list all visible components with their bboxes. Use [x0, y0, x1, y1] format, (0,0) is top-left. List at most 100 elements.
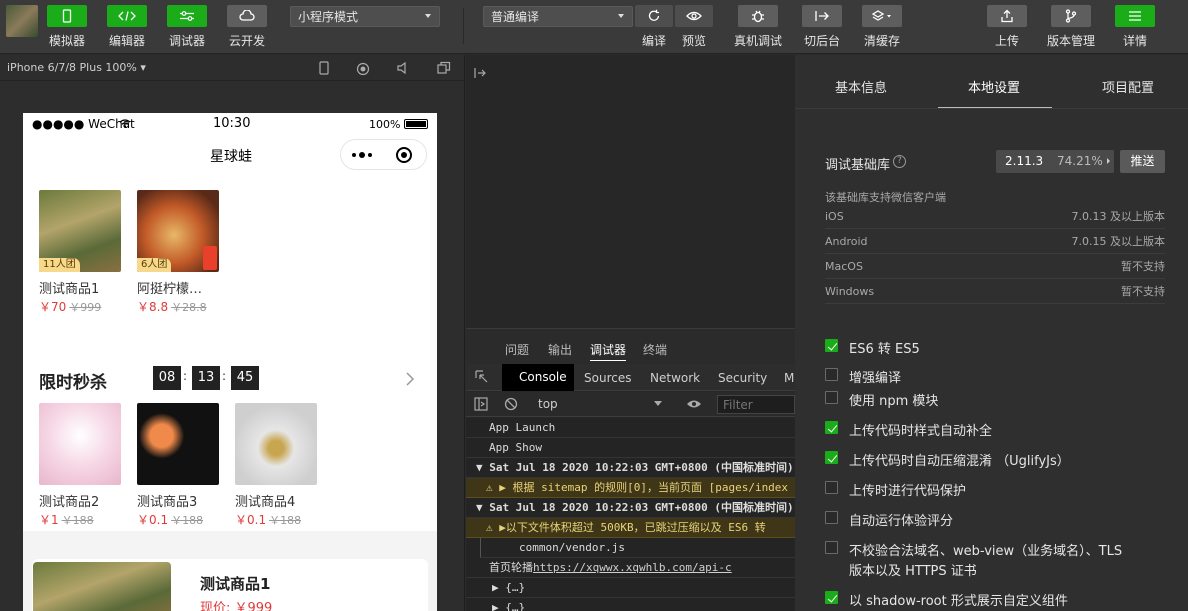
tab-security[interactable]: Security	[718, 371, 767, 385]
chevron-right-icon[interactable]	[405, 372, 415, 386]
push-button[interactable]: 推送	[1120, 150, 1165, 173]
devtools-panel: 问题 输出 调试器 终端 Console Sources Network Sec…	[466, 55, 809, 611]
console-object[interactable]: ▶ {…}	[466, 578, 795, 598]
real-debug-button[interactable]	[738, 5, 778, 27]
product-image[interactable]	[39, 403, 121, 485]
more-icon[interactable]	[352, 152, 376, 158]
exit-icon[interactable]	[396, 147, 412, 163]
product-price: ￥70 ￥999	[39, 300, 102, 314]
help-icon[interactable]: ?	[893, 155, 906, 168]
product-price: ￥8.8 ￥28.8	[137, 300, 207, 314]
background-button[interactable]	[802, 5, 842, 27]
tab-more[interactable]: M	[784, 371, 794, 385]
option-label: 使用 npm 模块	[849, 394, 939, 409]
tab-problems[interactable]: 问题	[505, 341, 529, 358]
base-lib-select[interactable]: 2.11.3 74.21%	[996, 150, 1114, 173]
eye-icon[interactable]	[686, 398, 702, 410]
product-image	[33, 562, 171, 611]
debugger-button[interactable]	[167, 5, 207, 27]
base-lib-version: 2.11.3	[1005, 154, 1044, 168]
tab-basic-info[interactable]: 基本信息	[835, 77, 887, 96]
compile-button[interactable]	[635, 5, 673, 27]
chevron-right-icon	[1107, 158, 1110, 164]
switch-out-icon	[815, 11, 829, 21]
tab-output[interactable]: 输出	[548, 341, 572, 358]
chevron-down-icon	[618, 14, 624, 18]
console-link[interactable]: https://xqwwx.xqwhlb.com/api-c	[533, 561, 732, 574]
option-label: 上传代码时样式自动补全	[849, 424, 993, 439]
tab-project-config[interactable]: 项目配置	[1102, 77, 1154, 96]
product-card[interactable]: 测试商品1 现价: ￥999	[32, 559, 428, 611]
product-name[interactable]: 测试商品4	[235, 491, 295, 510]
branch-icon	[1065, 9, 1077, 23]
details-button[interactable]	[1115, 5, 1155, 27]
product-image[interactable]: 11人团	[39, 190, 121, 272]
console-group[interactable]: ▼ Sat Jul 18 2020 10:22:03 GMT+0800 (中国标…	[466, 458, 795, 478]
product-price: ￥1 ￥188	[39, 513, 94, 527]
console-filter-input[interactable]	[717, 395, 795, 414]
popout-icon[interactable]	[437, 61, 451, 75]
product-image[interactable]	[235, 403, 317, 485]
product-price: ￥0.1 ￥188	[137, 513, 204, 527]
product-name[interactable]: 测试商品3	[137, 491, 197, 510]
console-line: App Launch	[466, 418, 795, 438]
checkbox[interactable]	[825, 421, 838, 434]
countdown-minutes: 13	[192, 366, 220, 390]
capsule-menu[interactable]	[340, 139, 427, 170]
compile-select[interactable]: 普通编译	[483, 6, 633, 27]
console-warning[interactable]: ⚠ ▶以下文件体积超过 500KB，已跳过压缩以及 ES6 转	[466, 518, 795, 538]
tab-network[interactable]: Network	[650, 371, 700, 385]
preview-button[interactable]	[675, 5, 713, 27]
clear-cache-button[interactable]	[862, 5, 902, 27]
product-image[interactable]	[137, 403, 219, 485]
wechat-devtools-window: 模拟器 编辑器 调试器 云开发 小程序模式 普通编译 编译 预览 真机调试 切后…	[0, 0, 1188, 611]
checkbox[interactable]	[825, 391, 838, 404]
record-icon[interactable]	[356, 62, 370, 76]
checkbox[interactable]	[825, 368, 838, 381]
product-name[interactable]: 测试商品1	[39, 278, 99, 297]
simulator-button[interactable]	[47, 5, 87, 27]
checkbox[interactable]	[825, 339, 838, 352]
avatar[interactable]	[6, 5, 38, 37]
version-button[interactable]	[1051, 5, 1091, 27]
phone-icon	[62, 9, 72, 23]
tab-console[interactable]: Console	[502, 364, 574, 391]
countdown-sep: :	[183, 369, 188, 383]
option-label: 以 shadow-root 形式展示自定义组件	[849, 594, 1068, 609]
clear-console-icon[interactable]	[504, 397, 518, 411]
tab-local-settings[interactable]: 本地设置	[968, 77, 1020, 96]
tab-debugger[interactable]: 调试器	[590, 341, 626, 358]
console-object[interactable]: ▶ {…}	[466, 598, 795, 611]
mode-select[interactable]: 小程序模式	[290, 6, 440, 27]
tab-sources[interactable]: Sources	[584, 371, 631, 385]
product-name: 测试商品1	[200, 575, 271, 593]
sound-icon[interactable]	[397, 62, 409, 74]
product-name[interactable]: 阿挺柠檬…	[137, 278, 202, 297]
context-select[interactable]: top	[532, 392, 668, 416]
device-select[interactable]: iPhone 6/7/8 Plus 100% ▾	[7, 61, 146, 74]
phone-icon[interactable]	[318, 61, 330, 75]
checkbox[interactable]	[825, 481, 838, 494]
product-name[interactable]: 测试商品2	[39, 491, 99, 510]
expand-panel-icon[interactable]	[474, 67, 486, 79]
product-image[interactable]: 6人团	[137, 190, 219, 272]
console-warning[interactable]: ⚠ ▶ 根据 sitemap 的规则[0]，当前页面 [pages/index	[466, 478, 795, 498]
sidebar-toggle-icon[interactable]	[474, 397, 488, 411]
checkbox[interactable]	[825, 591, 838, 604]
editor-label: 编辑器	[108, 34, 145, 48]
console-group[interactable]: ▼ Sat Jul 18 2020 10:22:03 GMT+0800 (中国标…	[466, 498, 795, 518]
checkbox[interactable]	[825, 511, 838, 524]
platform-version: 暂不支持	[1121, 260, 1165, 273]
editor-button[interactable]	[107, 5, 147, 27]
clear-cache-label: 清缓存	[863, 34, 900, 48]
option-label-line2: 版本以及 HTTPS 证书	[849, 564, 977, 579]
option-label: 上传代码时自动压缩混淆 （UglifyJs）	[849, 454, 1070, 469]
checkbox[interactable]	[825, 451, 838, 464]
checkbox[interactable]	[825, 541, 838, 554]
inspect-icon[interactable]	[475, 370, 489, 384]
platform-version: 暂不支持	[1121, 285, 1165, 298]
upload-button[interactable]	[987, 5, 1027, 27]
tab-terminal[interactable]: 终端	[643, 341, 667, 358]
code-icon	[118, 11, 136, 21]
cloud-button[interactable]	[227, 5, 267, 27]
